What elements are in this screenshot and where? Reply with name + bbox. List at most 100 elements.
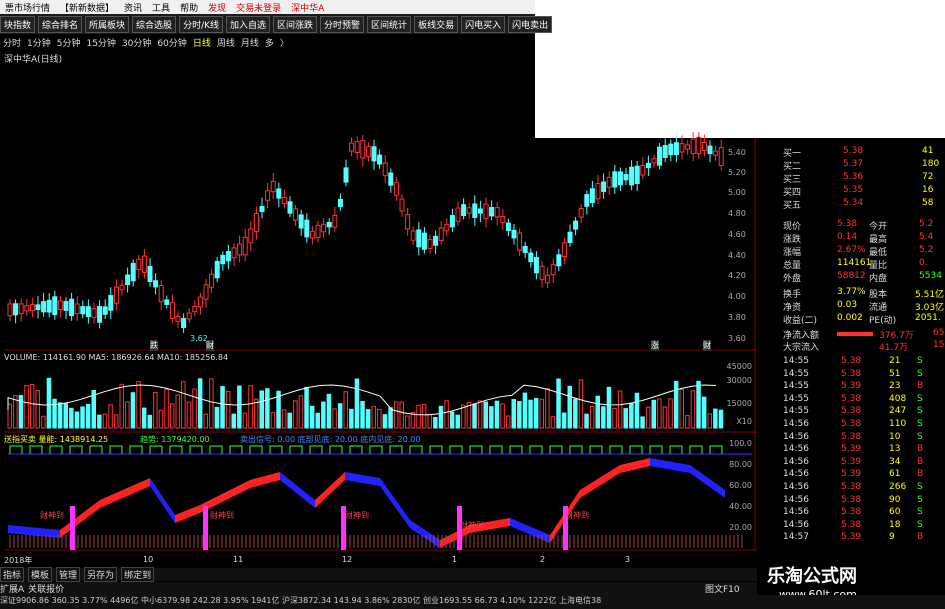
candle-body <box>69 298 75 317</box>
indicator-tab-4[interactable]: 绑定到 <box>121 567 155 582</box>
signal-mark-4: 财神到 <box>460 521 484 530</box>
candle-body <box>617 171 623 186</box>
toolbar-button-6[interactable]: 区间涨跌 <box>273 15 318 33</box>
candle-body <box>657 146 663 166</box>
volume-bar <box>18 395 24 429</box>
candle-body <box>315 224 321 238</box>
candle-body <box>612 171 618 188</box>
toolbar-button-10[interactable]: 闪电买入 <box>461 15 506 33</box>
volume-bar <box>259 390 264 429</box>
candle-body <box>679 143 685 153</box>
volume-bar <box>343 391 348 429</box>
volume-bar <box>662 406 668 429</box>
menu-item-1[interactable]: 【新新数据】 <box>55 1 119 14</box>
price-tick-label: 3.60 <box>728 334 746 343</box>
stat2-key-2: 股本 <box>869 290 888 300</box>
menu-item-7[interactable]: 深中华A <box>286 1 329 14</box>
menu-item-3[interactable]: 工具 <box>147 1 175 14</box>
period-6[interactable]: 日线 <box>193 36 211 49</box>
indicator-tab-2[interactable]: 管理 <box>56 567 81 582</box>
indicator-tab-3[interactable]: 另存为 <box>84 567 118 582</box>
candle-body <box>287 201 293 214</box>
volume-bar <box>405 415 410 429</box>
candle-body <box>186 312 192 320</box>
volume-bar <box>455 414 460 429</box>
candle-body <box>265 190 271 201</box>
f10-button[interactable]: 图文F10 <box>705 582 740 595</box>
candle-body <box>393 182 399 196</box>
volume-bar <box>399 401 404 429</box>
tick-row: 14:55 5.38 21 S <box>757 356 945 368</box>
tick-row: 14:56 5.39 61 B <box>757 469 945 481</box>
candle-body <box>444 224 450 232</box>
volume-bar <box>634 392 640 429</box>
toolbar-button-1[interactable]: 综合排名 <box>38 15 83 33</box>
tick-row: 14:56 5.38 18 S <box>757 520 945 532</box>
candle-body <box>276 188 282 199</box>
indicator-tab-0[interactable]: 指标 <box>0 567 25 582</box>
candle-body <box>248 228 254 244</box>
tick-price: 5.38 <box>841 419 862 429</box>
stat-key: 涨跌 <box>783 235 802 245</box>
toolbar-button-3[interactable]: 综合选股 <box>132 15 177 33</box>
candle-body <box>220 254 226 265</box>
volume-bar <box>427 413 432 429</box>
toolbar-button-11[interactable]: 闪电卖出 <box>508 15 553 33</box>
volume-bar <box>214 406 220 429</box>
indicator-tab-1[interactable]: 模板 <box>28 567 53 582</box>
tick-volume: 60 <box>889 507 901 518</box>
candle-body <box>421 232 427 250</box>
signal-step <box>389 445 403 454</box>
extension-tab-1[interactable]: 关联报价 <box>28 582 64 595</box>
toolbar-button-7[interactable]: 分时预警 <box>320 15 365 33</box>
bid-label: 买三 <box>783 175 802 185</box>
toolbar-button-0[interactable]: 块指数 <box>0 15 36 33</box>
toolbar-button-8[interactable]: 区间统计 <box>367 15 412 33</box>
toolbar-button-9[interactable]: 板线交易 <box>414 15 459 33</box>
tick-side: B <box>917 532 924 543</box>
period-0[interactable]: 分时 <box>3 36 21 49</box>
bid-row: 买五 5.34 58 <box>757 198 945 211</box>
tick-price: 5.39 <box>841 456 862 467</box>
candle-body <box>298 214 304 229</box>
volume-bar <box>253 398 259 429</box>
tick-row: 14:56 5.38 60 S <box>757 507 945 519</box>
period-5[interactable]: 60分钟 <box>157 36 186 49</box>
period-1[interactable]: 1分钟 <box>27 36 51 49</box>
menu-item-5[interactable]: 发现 <box>203 1 231 14</box>
tick-row: 14:56 5.38 266 S <box>757 482 945 494</box>
menu-item-4[interactable]: 帮助 <box>175 1 203 14</box>
menu-item-0[interactable]: 票市场行情 <box>0 1 55 14</box>
candle-body <box>46 299 52 313</box>
toolbar-button-2[interactable]: 所属板块 <box>85 15 130 33</box>
period-4[interactable]: 30分钟 <box>122 36 151 49</box>
period-2[interactable]: 5分钟 <box>57 36 81 49</box>
volume-bar <box>494 400 500 429</box>
tick-side: B <box>917 444 924 455</box>
candle-body <box>197 296 203 308</box>
candle-body <box>377 154 383 165</box>
candle-body <box>578 208 584 218</box>
stat-key-2: 量比 <box>869 261 888 271</box>
volume-bar <box>315 412 320 429</box>
period-8[interactable]: 月线 <box>241 36 259 49</box>
signal-pillar <box>203 506 208 550</box>
menu-item-6[interactable]: 交易未登录 <box>231 1 286 14</box>
toolbar-button-4[interactable]: 分时/K线 <box>179 15 223 33</box>
kline-chart[interactable]: 5.40 5.20 5.00 4.80 4.60 4.40 4.20 4.00 3.80 3.60… <box>0 60 757 568</box>
candle-body <box>158 285 164 303</box>
volume-bar <box>321 401 326 429</box>
signal-step <box>49 445 63 454</box>
signal-step <box>69 445 83 454</box>
period-3[interactable]: 15分钟 <box>86 36 115 49</box>
period-7[interactable]: 周线 <box>217 36 235 49</box>
candle-body <box>321 223 327 233</box>
period-9[interactable]: 多 <box>265 36 274 49</box>
tick-side: S <box>917 368 923 379</box>
volume-bar <box>24 385 29 429</box>
menu-item-2[interactable]: 资讯 <box>119 1 147 14</box>
period-10[interactable]: 〉 <box>280 36 289 49</box>
signal-step <box>649 445 663 454</box>
toolbar-button-5[interactable]: 加入自选 <box>226 15 271 33</box>
extension-tab-0[interactable]: 扩展A <box>0 582 24 595</box>
